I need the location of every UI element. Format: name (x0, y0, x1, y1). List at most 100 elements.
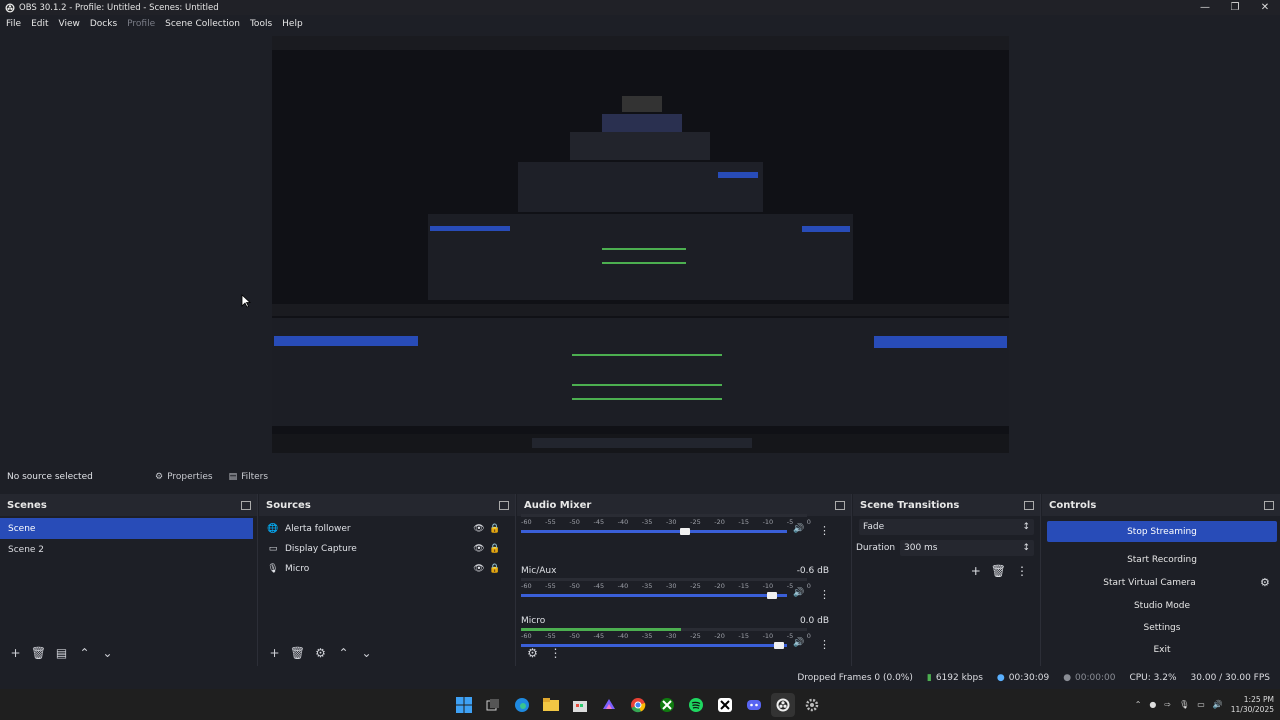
move-down-icon[interactable]: ⌄ (96, 644, 119, 662)
source-properties-gear-icon[interactable]: ⚙ (309, 644, 332, 662)
spotify-icon[interactable] (684, 693, 708, 717)
file-explorer-icon[interactable] (539, 693, 563, 717)
tray-mic-icon[interactable]: 🎙 (1179, 700, 1189, 709)
streaming-icon: ● (996, 673, 1005, 683)
capcut-icon[interactable] (713, 693, 737, 717)
filters-label: Filters (241, 472, 269, 482)
studio-mode-button[interactable]: Studio Mode (1047, 595, 1277, 616)
add-transition-button[interactable]: + (971, 564, 981, 578)
lock-icon[interactable]: 🔒 (487, 544, 503, 554)
undock-icon[interactable] (1264, 500, 1274, 510)
menu-view[interactable]: View (59, 19, 80, 29)
start-recording-button[interactable]: Start Recording (1047, 549, 1277, 570)
lock-icon[interactable]: 🔒 (487, 524, 503, 534)
properties-button[interactable]: ⚙ Properties (147, 467, 221, 487)
system-clock[interactable]: 1:25 PM 11/30/2025 (1231, 695, 1274, 715)
copilot-icon[interactable] (597, 693, 621, 717)
task-view-icon[interactable] (481, 693, 505, 717)
close-button[interactable]: ✕ (1250, 0, 1280, 15)
menu-help[interactable]: Help (282, 19, 303, 29)
visibility-eye-icon[interactable]: 👁 (471, 524, 487, 534)
undock-icon[interactable] (1024, 500, 1034, 510)
meter-tick-label: -20 (714, 632, 725, 640)
menu-tools[interactable]: Tools (250, 19, 272, 29)
mixer-channel: Mic/Aux -0.6 dB -60 -55 -50 -45 -40 -35 -30 -25 -2… (517, 566, 851, 616)
menu-docks[interactable]: Docks (90, 19, 117, 29)
add-scene-button[interactable]: + (4, 644, 27, 662)
stop-streaming-button[interactable]: Stop Streaming (1047, 521, 1277, 542)
menu-file[interactable]: File (6, 19, 21, 29)
scene-filters-icon[interactable]: ▤ (50, 644, 73, 662)
mixer-menu-icon[interactable]: ⋮ (544, 644, 567, 662)
remove-source-trash-icon[interactable]: 🗑 (286, 644, 309, 662)
source-row[interactable]: 🌐 Alerta follower 👁 🔒 (259, 519, 515, 539)
title-bar: OBS 30.1.2 - Profile: Untitled - Scenes:… (0, 0, 1280, 15)
scene-item[interactable]: Scene (0, 518, 253, 539)
menu-scene-collection[interactable]: Scene Collection (165, 19, 240, 29)
move-up-icon[interactable]: ⌃ (332, 644, 355, 662)
channel-menu-icon[interactable]: ⋮ (819, 638, 830, 651)
channel-name: Mic/Aux (521, 566, 557, 576)
mute-speaker-icon[interactable]: 🔊 (793, 588, 804, 598)
undock-icon[interactable] (499, 500, 509, 510)
menu-profile[interactable]: Profile (127, 19, 155, 29)
source-name: Alerta follower (285, 524, 351, 534)
minimize-button[interactable]: — (1190, 0, 1220, 15)
maximize-button[interactable]: ❐ (1220, 0, 1250, 15)
record-icon: ● (1063, 673, 1072, 683)
scene-item[interactable]: Scene 2 (0, 539, 253, 560)
program-preview[interactable] (272, 36, 1009, 453)
visibility-eye-icon[interactable]: 👁 (471, 564, 487, 574)
scenes-header: Scenes (0, 494, 257, 516)
discord-icon[interactable] (742, 693, 766, 717)
tray-volume-icon[interactable]: 🔊 (1213, 700, 1223, 709)
chrome-icon[interactable] (626, 693, 650, 717)
filters-button[interactable]: ▤ Filters (221, 467, 277, 487)
sources-title: Sources (266, 499, 311, 511)
tray-network-icon[interactable]: ⇨ (1164, 700, 1171, 709)
tray-chevron-up-icon[interactable]: ⌃ (1135, 700, 1142, 709)
volume-slider[interactable] (521, 592, 787, 599)
xbox-icon[interactable] (655, 693, 679, 717)
settings-button[interactable]: Settings (1047, 617, 1277, 638)
lock-icon[interactable]: 🔒 (487, 564, 503, 574)
channel-menu-icon[interactable]: ⋮ (819, 524, 830, 537)
virtual-camera-gear-icon[interactable]: ⚙ (1260, 576, 1270, 589)
edge-icon[interactable] (510, 693, 534, 717)
volume-slider-handle[interactable] (679, 528, 690, 535)
visibility-eye-icon[interactable]: 👁 (471, 544, 487, 554)
no-source-label: No source selected (7, 472, 93, 482)
advanced-audio-gear-icon[interactable]: ⚙ (521, 644, 544, 662)
windows-start-icon[interactable] (452, 693, 476, 717)
dropped-frames: Dropped Frames 0 (0.0%) (797, 673, 913, 683)
tray-app-icon[interactable]: ● (1149, 700, 1156, 709)
remove-transition-trash-icon[interactable]: 🗑 (991, 564, 1006, 578)
move-down-icon[interactable]: ⌄ (355, 644, 378, 662)
tray-display-icon[interactable]: ▭ (1197, 700, 1205, 709)
channel-menu-icon[interactable]: ⋮ (819, 588, 830, 601)
undock-icon[interactable] (241, 500, 251, 510)
record-time: 00:00:00 (1075, 673, 1116, 683)
volume-slider-handle[interactable] (766, 592, 777, 599)
source-row[interactable]: 🎙 Micro 👁 🔒 (259, 559, 515, 579)
undock-icon[interactable] (835, 500, 845, 510)
volume-slider-handle[interactable] (774, 642, 785, 649)
obs-taskbar-icon[interactable] (771, 693, 795, 717)
add-source-button[interactable]: + (263, 644, 286, 662)
volume-slider[interactable] (521, 528, 787, 535)
meter-tick-label: -50 (569, 582, 580, 590)
mute-speaker-icon[interactable]: 🔊 (793, 638, 804, 648)
menu-edit[interactable]: Edit (31, 19, 48, 29)
mute-speaker-icon[interactable]: 🔊 (793, 524, 804, 534)
duration-spinbox[interactable]: 300 ms ↕ (900, 540, 1034, 556)
settings-app-icon[interactable] (800, 693, 824, 717)
start-virtual-camera-button[interactable]: Start Virtual Camera (1047, 572, 1252, 593)
store-icon[interactable] (568, 693, 592, 717)
transition-menu-icon[interactable]: ⋮ (1016, 564, 1028, 578)
remove-scene-trash-icon[interactable]: 🗑 (27, 644, 50, 662)
exit-button[interactable]: Exit (1047, 639, 1277, 660)
transition-select[interactable]: Fade ↕ (859, 519, 1034, 535)
preview-area[interactable] (0, 33, 1280, 460)
source-row[interactable]: ▭ Display Capture 👁 🔒 (259, 539, 515, 559)
move-up-icon[interactable]: ⌃ (73, 644, 96, 662)
